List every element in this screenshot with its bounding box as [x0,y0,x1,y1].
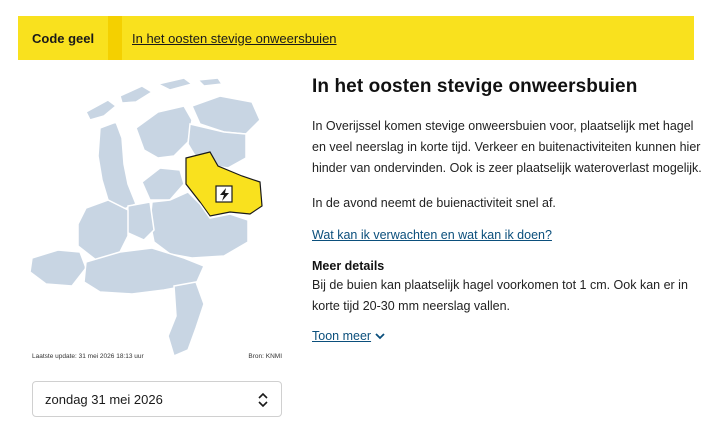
map-source: Bron: KNMI [248,353,282,360]
details-text: Bij de buien kan plaatselijk hagel voork… [312,278,688,313]
warning-description: In Overijssel komen stevige onweersbuien… [312,119,702,175]
banner-divider [108,16,122,60]
chevron-down-icon [375,333,385,340]
map-province-zuid-holland [77,199,129,261]
map-island [119,85,154,104]
warning-details: In het oosten stevige onweersbuien In Ov… [312,76,702,345]
map-footer: Laatste update: 31 mei 2026 18:13 uur Br… [32,353,282,360]
warning-code-label: Code geel [32,30,95,46]
warning-banner: Code geel In het oosten stevige onweersb… [18,16,694,60]
updown-chevron-icon [258,392,268,408]
map-province-flevoland [141,167,185,201]
lightning-icon [215,185,233,203]
date-select-value: zondag 31 mei 2026 [45,391,163,407]
map-province-noord-holland [97,121,137,211]
map-last-update: Laatste update: 31 mei 2026 18:13 uur [32,353,144,360]
details-heading: Meer details [312,259,385,273]
expect-link[interactable]: Wat kan ik verwachten en wat kan ik doen… [312,228,702,242]
show-more-label: Toon meer [312,329,372,343]
map-island [155,77,194,91]
warning-map [24,72,286,362]
map-province-friesland [135,105,193,159]
page-title: In het oosten stevige onweersbuien [312,76,638,97]
show-more-link[interactable]: Toon meer [312,329,385,343]
map-province-zeeland [29,249,87,287]
map-province-utrecht [125,201,155,241]
map-province-limburg [167,281,205,358]
map-island [85,99,118,121]
netherlands-map [29,77,263,358]
date-select[interactable]: zondag 31 mei 2026 [32,381,282,417]
evening-note: In de avond neemt de buienactiviteit sne… [312,196,556,210]
banner-headline-link[interactable]: In het oosten stevige onweersbuien [132,31,337,46]
map-island [196,77,224,87]
